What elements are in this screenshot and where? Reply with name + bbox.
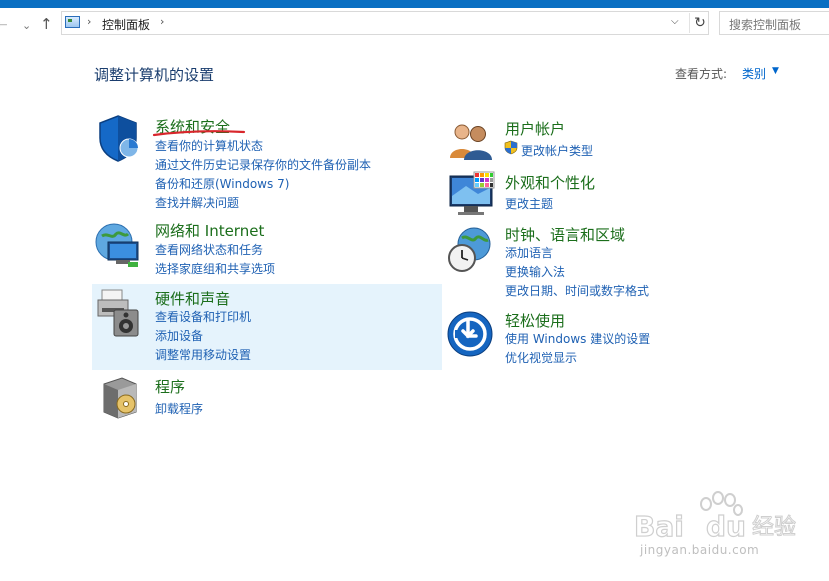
link-troubleshoot[interactable]: 查找并解决问题 [155,194,239,211]
link-change-theme[interactable]: 更改主题 [505,195,553,212]
users-icon[interactable] [448,120,494,160]
window-title-bar [0,0,829,8]
breadcrumb-separator-icon[interactable]: › [87,15,91,28]
page-title: 调整计算机的设置 [94,66,215,84]
link-backup-restore[interactable]: 备份和还原(Windows 7) [155,175,289,192]
link-change-date-time-format[interactable]: 更改日期、时间或数字格式 [505,282,649,299]
category-appearance: 外观和个性化 更改主题 [444,166,774,218]
control-panel-icon [65,16,80,28]
category-title-hardware-sound[interactable]: 硬件和声音 [155,288,230,309]
category-title-appearance[interactable]: 外观和个性化 [505,172,595,193]
watermark-url: jingyan.baidu.com [640,543,760,557]
watermark-brand-2: du [706,510,746,543]
view-by-label: 查看方式: [675,67,728,81]
breadcrumb-control-panel[interactable]: 控制面板 [102,16,150,33]
back-arrow-icon[interactable]: ← [0,17,8,33]
link-windows-recommended-settings[interactable]: 使用 Windows 建议的设置 [505,330,650,347]
link-optimize-visual-display[interactable]: 优化视觉显示 [505,349,577,366]
clock-globe-icon[interactable] [446,226,494,274]
category-title-user-accounts[interactable]: 用户帐户 [505,118,565,139]
category-title-programs[interactable]: 程序 [155,376,185,397]
printer-speaker-icon [97,289,139,337]
uac-shield-icon [504,140,518,155]
monitor-palette-icon[interactable] [448,170,496,218]
category-title-ease-of-access[interactable]: 轻松使用 [505,310,565,331]
link-change-input-method[interactable]: 更换输入法 [505,263,565,280]
recent-locations-chevron-icon[interactable]: ⌄ [22,18,31,34]
link-file-history[interactable]: 通过文件历史记录保存你的文件备份副本 [155,156,371,173]
navigation-bar: ← ⌄ ↑ › 控制面板 › ⌵ ↻ 搜索控制面板 [0,8,829,42]
baidu-paw-logo: Bai du 经验 [633,491,797,544]
ease-of-access-icon[interactable] [446,310,494,358]
category-clock-language-region: 时钟、语言和区域 添加语言 更换输入法 更改日期、时间或数字格式 [444,220,774,300]
watermark-brand: Bai [634,510,684,543]
link-add-device[interactable]: 添加设备 [155,327,203,344]
view-by-select[interactable]: 类别 [742,65,766,82]
category-system-security: 系统和安全 查看你的计算机状态 通过文件历史记录保存你的文件备份副本 备份和还原… [92,110,442,210]
programs-disc-icon[interactable] [100,376,140,420]
link-change-account-type[interactable]: 更改帐户类型 [521,142,593,159]
category-title-network-internet[interactable]: 网络和 Internet [155,220,264,241]
network-globe-icon[interactable] [94,220,142,268]
category-hardware-sound[interactable]: 硬件和声音 查看设备和打印机 添加设备 调整常用移动设置 [92,284,442,370]
link-homegroup[interactable]: 选择家庭组和共享选项 [155,260,275,277]
link-uninstall-program[interactable]: 卸载程序 [155,400,203,417]
category-title-clock-language-region[interactable]: 时钟、语言和区域 [505,224,625,245]
link-view-computer-status[interactable]: 查看你的计算机状态 [155,137,263,154]
link-devices-printers[interactable]: 查看设备和打印机 [155,308,251,325]
link-add-language[interactable]: 添加语言 [505,244,553,261]
refresh-icon[interactable]: ↻ [689,13,710,33]
category-network-internet: 网络和 Internet 查看网络状态和任务 选择家庭组和共享选项 [92,216,442,278]
address-bar[interactable]: › 控制面板 › ⌵ ↻ [61,11,709,35]
shield-icon[interactable] [96,114,140,162]
category-user-accounts: 用户帐户 更改帐户类型 [444,112,774,162]
watermark-brand-3: 经验 [752,515,796,540]
category-ease-of-access: 轻松使用 使用 Windows 建议的设置 优化视觉显示 [444,306,774,368]
view-by-dropdown-icon[interactable]: ▼ [772,66,779,76]
link-network-status[interactable]: 查看网络状态和任务 [155,241,263,258]
search-input[interactable]: 搜索控制面板 [719,11,829,35]
link-mobility-settings[interactable]: 调整常用移动设置 [155,346,251,363]
up-arrow-icon[interactable]: ↑ [40,16,53,32]
category-programs: 程序 卸载程序 [92,372,442,422]
breadcrumb-chevron-icon[interactable]: › [160,15,164,28]
address-dropdown-icon[interactable]: ⌵ [671,16,679,27]
